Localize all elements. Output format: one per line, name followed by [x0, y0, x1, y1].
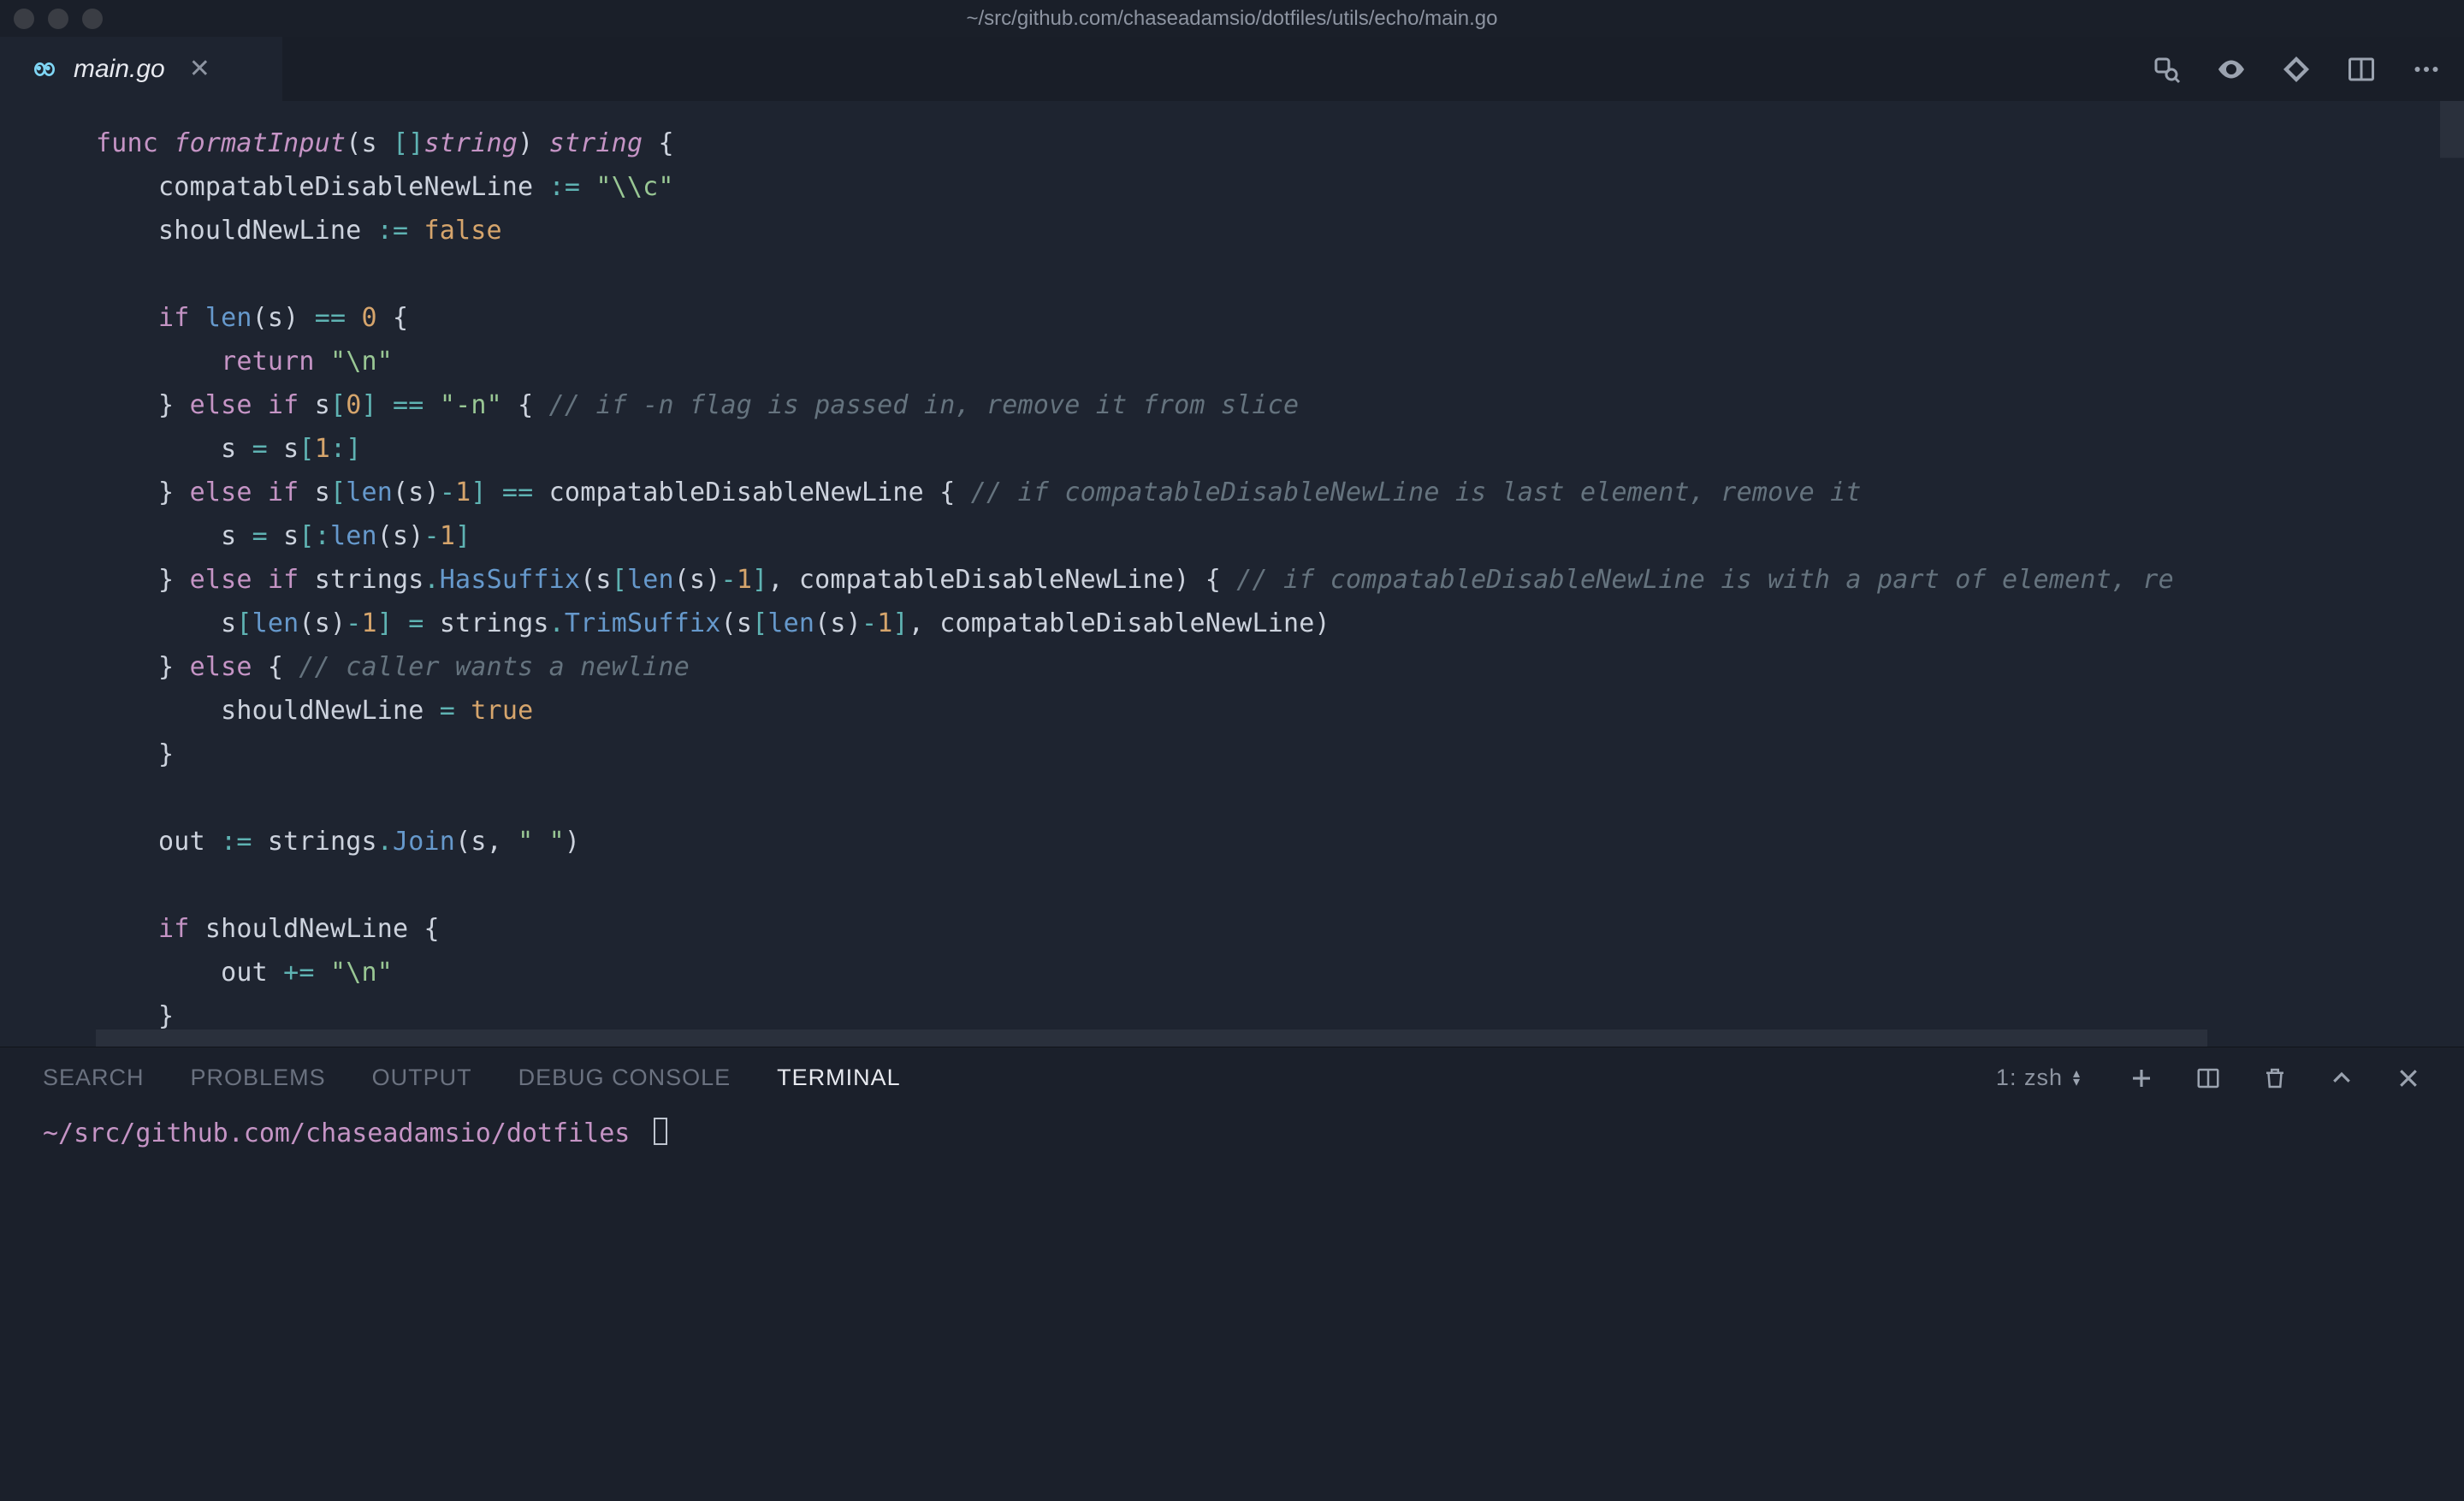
- close-panel-icon[interactable]: [2394, 1064, 2423, 1093]
- new-terminal-icon[interactable]: [2127, 1064, 2156, 1093]
- titlebar[interactable]: ~/src/github.com/chaseadamsio/dotfiles/u…: [0, 0, 2464, 37]
- split-editor-icon[interactable]: [2344, 52, 2378, 86]
- panel-tab-bar: SEARCH PROBLEMS OUTPUT DEBUG CONSOLE TER…: [0, 1047, 2464, 1109]
- horizontal-scrollbar[interactable]: [96, 1029, 2207, 1047]
- editor-tab-bar: main.go ✕: [0, 37, 2464, 101]
- panel-tab-terminal[interactable]: TERMINAL: [777, 1065, 901, 1091]
- panel-actions: 1: zsh ▴▾: [1996, 1047, 2423, 1109]
- split-terminal-icon[interactable]: [2194, 1064, 2223, 1093]
- panel-tab-debugconsole[interactable]: DEBUG CONSOLE: [518, 1065, 732, 1091]
- terminal-selector-label: 1: zsh: [1996, 1065, 2063, 1091]
- editor-tab-label: main.go: [74, 55, 165, 84]
- terminal-cursor: [654, 1118, 667, 1145]
- editor-window: ~/src/github.com/chaseadamsio/dotfiles/u…: [0, 0, 2464, 1501]
- minimap[interactable]: [2440, 101, 2464, 1047]
- panel-tab-search[interactable]: SEARCH: [43, 1065, 145, 1091]
- editor-actions: [2149, 37, 2443, 101]
- panel-tab-output[interactable]: OUTPUT: [372, 1065, 472, 1091]
- close-window-button[interactable]: [14, 9, 34, 29]
- kill-terminal-icon[interactable]: [2260, 1064, 2289, 1093]
- terminal-view[interactable]: ~/src/github.com/chaseadamsio/dotfiles: [0, 1109, 2464, 1501]
- zoom-window-button[interactable]: [82, 9, 103, 29]
- terminal-selector[interactable]: 1: zsh ▴▾: [1996, 1065, 2081, 1091]
- preview-icon[interactable]: [2214, 52, 2248, 86]
- panel-tab-problems[interactable]: PROBLEMS: [191, 1065, 326, 1091]
- code-content[interactable]: func formatInput(s []string) string { co…: [0, 101, 2464, 1047]
- maximize-panel-icon[interactable]: [2327, 1064, 2356, 1093]
- editor-tab[interactable]: main.go ✕: [0, 37, 282, 101]
- minimize-window-button[interactable]: [48, 9, 68, 29]
- source-control-diff-icon[interactable]: [2279, 52, 2313, 86]
- code-editor[interactable]: func formatInput(s []string) string { co…: [0, 101, 2464, 1047]
- window-title: ~/src/github.com/chaseadamsio/dotfiles/u…: [0, 7, 2464, 31]
- window-controls: [14, 9, 103, 29]
- bottom-panel: SEARCH PROBLEMS OUTPUT DEBUG CONSOLE TER…: [0, 1047, 2464, 1501]
- close-tab-button[interactable]: ✕: [189, 54, 210, 84]
- dropdown-caret-icon: ▴▾: [2073, 1070, 2081, 1087]
- more-actions-icon[interactable]: [2409, 52, 2443, 86]
- terminal-cwd: ~/src/github.com/chaseadamsio/dotfiles: [43, 1118, 630, 1148]
- find-references-icon[interactable]: [2149, 52, 2183, 86]
- go-file-icon: [31, 56, 58, 83]
